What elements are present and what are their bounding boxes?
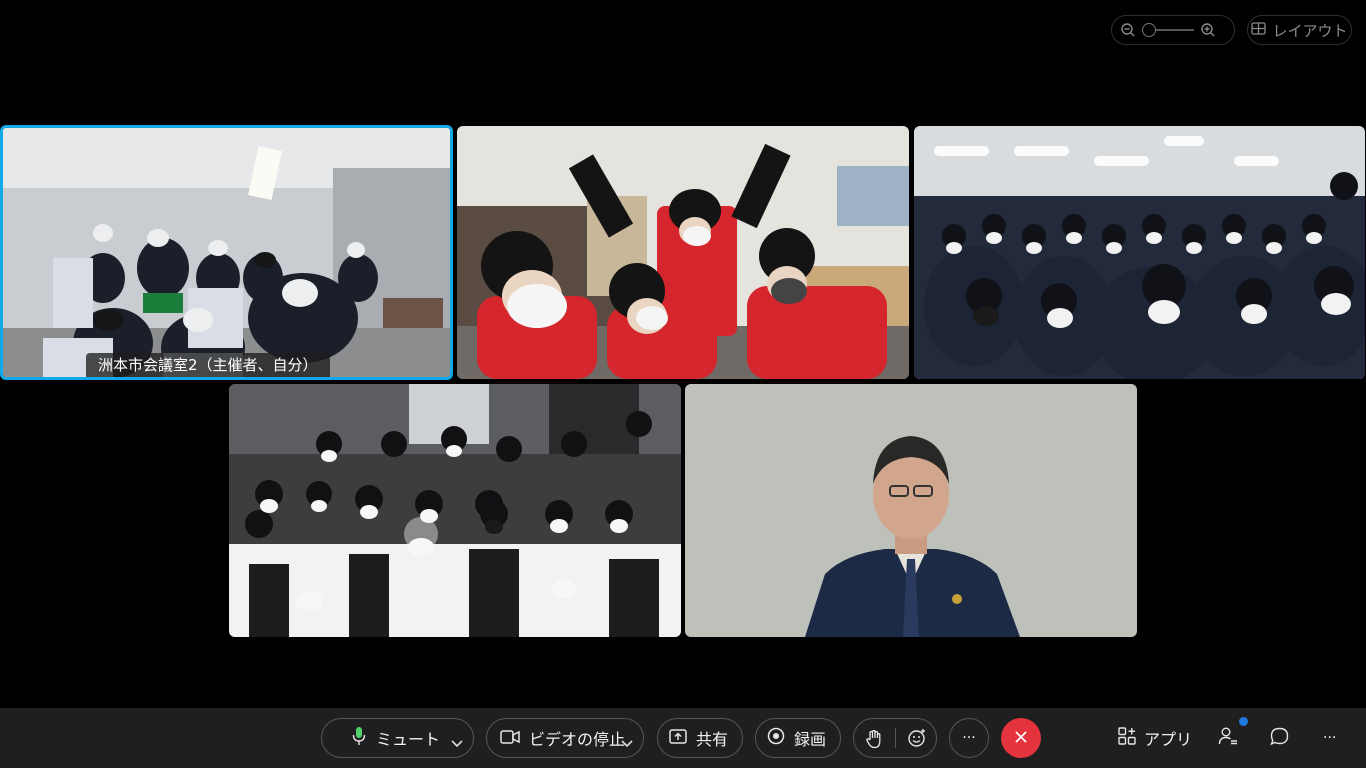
record-button[interactable]: 録画	[755, 718, 841, 758]
share-screen-icon	[669, 728, 687, 748]
reactions-group	[853, 718, 937, 758]
share-button[interactable]: 共有	[657, 718, 743, 758]
mute-button[interactable]: ミュート	[321, 718, 474, 758]
video-tile-5[interactable]	[685, 384, 1137, 637]
zoom-in-icon[interactable]	[1200, 22, 1216, 38]
mute-label: ミュート	[376, 730, 441, 749]
participants-notification-dot	[1239, 717, 1248, 726]
overflow-menu-label: ···	[1323, 730, 1337, 746]
zoom-out-icon[interactable]	[1120, 22, 1136, 38]
zoom-slider[interactable]	[1142, 23, 1194, 37]
video-tile-host[interactable]: 洲本市会議室2（主催者、自分）	[0, 125, 453, 380]
share-label: 共有	[696, 730, 729, 749]
video-feed	[229, 384, 681, 637]
end-call-button[interactable]	[1001, 718, 1041, 758]
stop-video-label: ビデオの停止	[529, 730, 626, 749]
video-feed	[3, 128, 450, 377]
overflow-menu-button[interactable]: ···	[1323, 718, 1336, 758]
apps-button[interactable]: アプリ	[1118, 718, 1192, 758]
layout-grid-icon	[1251, 21, 1267, 39]
video-tile-2[interactable]	[457, 126, 909, 379]
participants-icon	[1218, 726, 1238, 750]
microphone-icon	[352, 726, 366, 750]
apps-label: アプリ	[1144, 730, 1193, 749]
layout-button[interactable]: レイアウト	[1247, 15, 1352, 45]
chat-button[interactable]	[1270, 718, 1289, 758]
more-options-button[interactable]: ···	[949, 718, 989, 758]
video-feed	[685, 384, 1137, 637]
apps-icon	[1118, 727, 1136, 749]
meeting-toolbar: ミュート ビデオの停止 共有 録画 ··· アプリ ···	[0, 708, 1366, 768]
stop-video-button[interactable]: ビデオの停止	[486, 718, 644, 758]
video-feed	[914, 126, 1365, 379]
video-tile-4[interactable]	[229, 384, 681, 637]
close-icon	[1014, 729, 1028, 748]
layout-label: レイアウト	[1272, 21, 1348, 40]
chat-icon	[1270, 727, 1289, 750]
participants-button[interactable]	[1218, 718, 1238, 758]
video-camera-icon	[500, 729, 520, 748]
chevron-down-icon[interactable]	[451, 733, 463, 752]
chevron-down-icon[interactable]	[621, 733, 633, 752]
video-tile-3[interactable]	[914, 126, 1365, 379]
video-feed	[457, 126, 909, 379]
record-label: 録画	[794, 730, 827, 749]
toolbar-divider	[895, 728, 896, 748]
record-icon	[767, 727, 785, 749]
raise-hand-icon[interactable]	[865, 729, 883, 753]
zoom-slider-handle[interactable]	[1142, 23, 1156, 37]
reactions-icon[interactable]	[907, 728, 927, 752]
participant-name-label: 洲本市会議室2（主催者、自分）	[86, 353, 330, 377]
more-options-label: ···	[962, 730, 976, 746]
zoom-control	[1111, 15, 1235, 45]
